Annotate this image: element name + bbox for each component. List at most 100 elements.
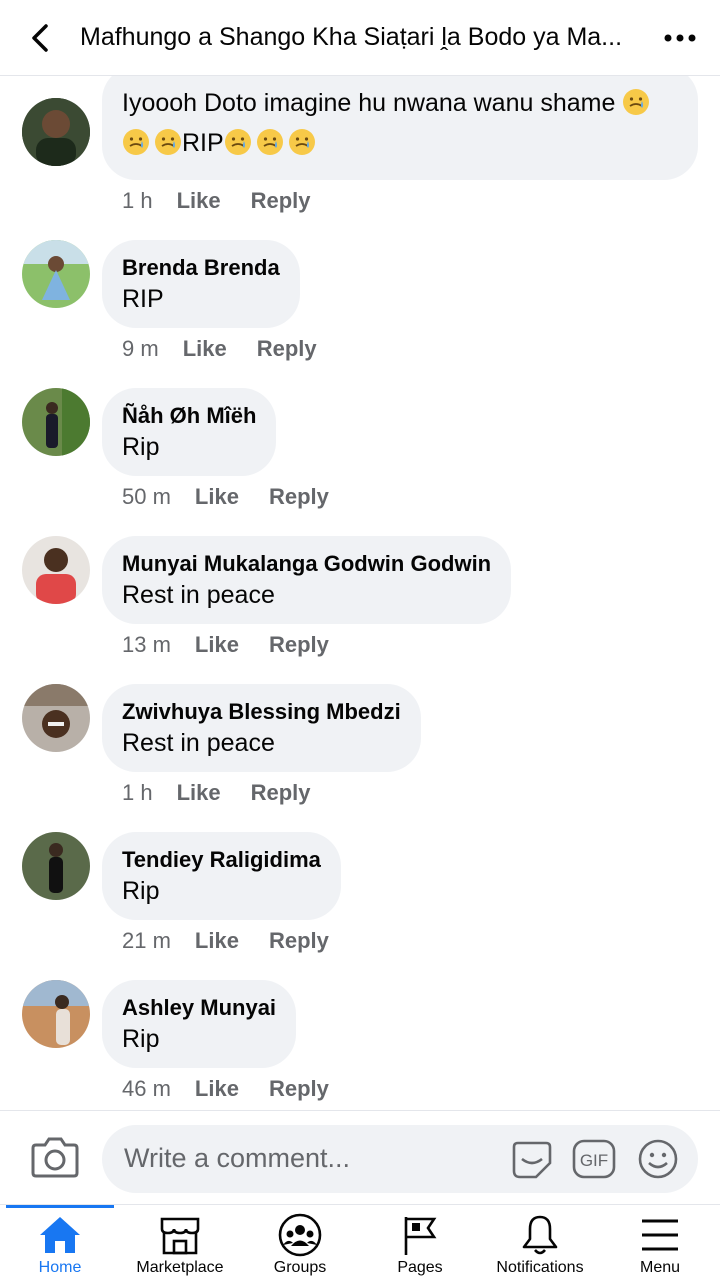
crying-face-emoji-icon	[123, 129, 149, 155]
comment-author[interactable]: Brenda Brenda	[122, 254, 280, 282]
gif-label: GIF	[580, 1151, 608, 1170]
pages-flag-icon	[404, 1217, 437, 1255]
avatar[interactable]	[22, 832, 90, 900]
active-tab-indicator	[6, 1205, 114, 1208]
sticker-icon	[512, 1141, 552, 1179]
tab-label: Menu	[639, 1259, 681, 1276]
crying-face-emoji-icon	[224, 129, 251, 155]
comment-author[interactable]: Ñåh Øh Mîëh	[122, 402, 256, 430]
emoji-button[interactable]	[636, 1137, 680, 1181]
crying-face-emoji-icon	[155, 129, 181, 155]
comment-composer: Write a comment... GIF	[0, 1110, 720, 1204]
avatar[interactable]	[22, 98, 90, 166]
crying-face-emoji-icon	[256, 129, 283, 155]
comment-time: 1 h	[122, 188, 153, 213]
tab-marketplace[interactable]: Marketplace	[120, 1205, 240, 1280]
comment-text-line2: RIP	[182, 129, 224, 157]
avatar[interactable]	[22, 240, 90, 308]
bell-icon	[522, 1215, 558, 1255]
like-button[interactable]: Like	[195, 632, 239, 658]
home-icon	[40, 1217, 80, 1253]
comment-time: 1 h	[122, 780, 153, 805]
comment-bubble[interactable]: Ashley Munyai Rip	[102, 980, 297, 1068]
comment-text-line1: Iyoooh Doto imagine hu nwana wanu shame	[122, 89, 616, 117]
comment-bubble[interactable]: Zwivhuya Blessing Mbedzi Rest in peace	[102, 684, 421, 772]
like-button[interactable]: Like	[195, 484, 239, 510]
comment-time: 9 m	[122, 336, 159, 361]
comment-time: 50 m	[122, 484, 171, 509]
page-title: Mafhungo a Shango Kha Siaṭari ḽa Bodo ya…	[80, 23, 623, 51]
crying-face-emoji-icon	[288, 129, 315, 155]
reply-button[interactable]: Reply	[269, 1076, 329, 1102]
comment-bubble[interactable]: Munyai Mukalanga Godwin Godwin Rest in p…	[102, 536, 512, 624]
comment-author[interactable]: Ashley Munyai	[122, 994, 276, 1022]
comment-text: Rest in peace	[122, 581, 275, 609]
sticker-button[interactable]	[510, 1137, 554, 1181]
avatar[interactable]	[22, 684, 90, 752]
camera-icon	[31, 1137, 79, 1178]
reply-button[interactable]: Reply	[269, 632, 329, 658]
comment-author[interactable]: Munyai Mukalanga Godwin Godwin	[122, 550, 491, 578]
gif-button[interactable]: GIF	[572, 1138, 616, 1180]
comment-text: Iyoooh Doto imagine hu nwana wanu shame	[122, 86, 678, 120]
comment-time: 46 m	[122, 1076, 171, 1101]
comment-bubble[interactable]: Tendiey Raligidima Rip	[102, 832, 341, 920]
like-button[interactable]: Like	[195, 1076, 239, 1102]
comment-actions: 50 m Like Reply	[122, 484, 329, 510]
comment-actions: 1 h Like Reply	[122, 188, 311, 214]
groups-icon	[278, 1213, 322, 1257]
more-options-button[interactable]	[640, 0, 720, 76]
comment-input-placeholder: Write a comment...	[124, 1143, 351, 1173]
comment-actions: 21 m Like Reply	[122, 928, 329, 954]
comment-actions: 1 h Like Reply	[122, 780, 311, 806]
comment-list: Iyoooh Doto imagine hu nwana wanu shame …	[0, 76, 720, 1110]
tab-pages[interactable]: Pages	[360, 1205, 480, 1280]
comment-time: 21 m	[122, 928, 171, 953]
tab-menu[interactable]: Menu	[600, 1205, 720, 1280]
crying-face-emoji-icon	[623, 89, 650, 115]
comment-time: 13 m	[122, 632, 171, 657]
hamburger-icon	[642, 1219, 678, 1251]
tab-groups[interactable]: Groups	[240, 1205, 360, 1280]
tab-home[interactable]: Home	[0, 1205, 120, 1280]
like-button[interactable]: Like	[177, 188, 221, 214]
tab-label: Pages	[397, 1259, 443, 1276]
reply-button[interactable]: Reply	[269, 484, 329, 510]
comment-text: RIP	[122, 285, 164, 313]
comment-author[interactable]: Tendiey Raligidima	[122, 846, 321, 874]
avatar[interactable]	[22, 980, 90, 1048]
tab-label: Notifications	[496, 1259, 584, 1276]
like-button[interactable]: Like	[177, 780, 221, 806]
marketplace-icon	[160, 1217, 200, 1255]
gif-icon: GIF	[572, 1139, 616, 1179]
camera-button[interactable]	[30, 1135, 80, 1179]
tab-notifications[interactable]: Notifications	[480, 1205, 600, 1280]
tab-label: Home	[38, 1259, 82, 1276]
tab-label: Marketplace	[136, 1259, 224, 1276]
comment-author[interactable]: Zwivhuya Blessing Mbedzi	[122, 698, 401, 726]
avatar[interactable]	[22, 536, 90, 604]
comment-actions: 13 m Like Reply	[122, 632, 329, 658]
avatar[interactable]	[22, 388, 90, 456]
comment-actions: 9 m Like Reply	[122, 336, 317, 362]
chevron-left-icon	[32, 23, 48, 52]
comment-input[interactable]: Write a comment... GIF	[102, 1125, 698, 1193]
comment-actions: 46 m Like Reply	[122, 1076, 329, 1102]
reply-button[interactable]: Reply	[257, 336, 317, 362]
like-button[interactable]: Like	[183, 336, 227, 362]
comment-text: Rip	[122, 877, 160, 905]
reply-button[interactable]: Reply	[251, 188, 311, 214]
back-button[interactable]	[0, 0, 80, 76]
reply-button[interactable]: Reply	[251, 780, 311, 806]
tab-label: Groups	[273, 1259, 327, 1276]
reply-button[interactable]: Reply	[269, 928, 329, 954]
ellipsis-icon	[664, 34, 696, 41]
comment-text: Rip	[122, 433, 160, 461]
comment-bubble[interactable]: Iyoooh Doto imagine hu nwana wanu shame …	[102, 76, 698, 180]
comment-text: Rest in peace	[122, 729, 275, 757]
smiley-icon	[638, 1139, 678, 1179]
like-button[interactable]: Like	[195, 928, 239, 954]
comment-text: Rip	[122, 1025, 160, 1053]
comment-bubble[interactable]: Brenda Brenda RIP	[102, 240, 300, 328]
comment-bubble[interactable]: Ñåh Øh Mîëh Rip	[102, 388, 277, 476]
